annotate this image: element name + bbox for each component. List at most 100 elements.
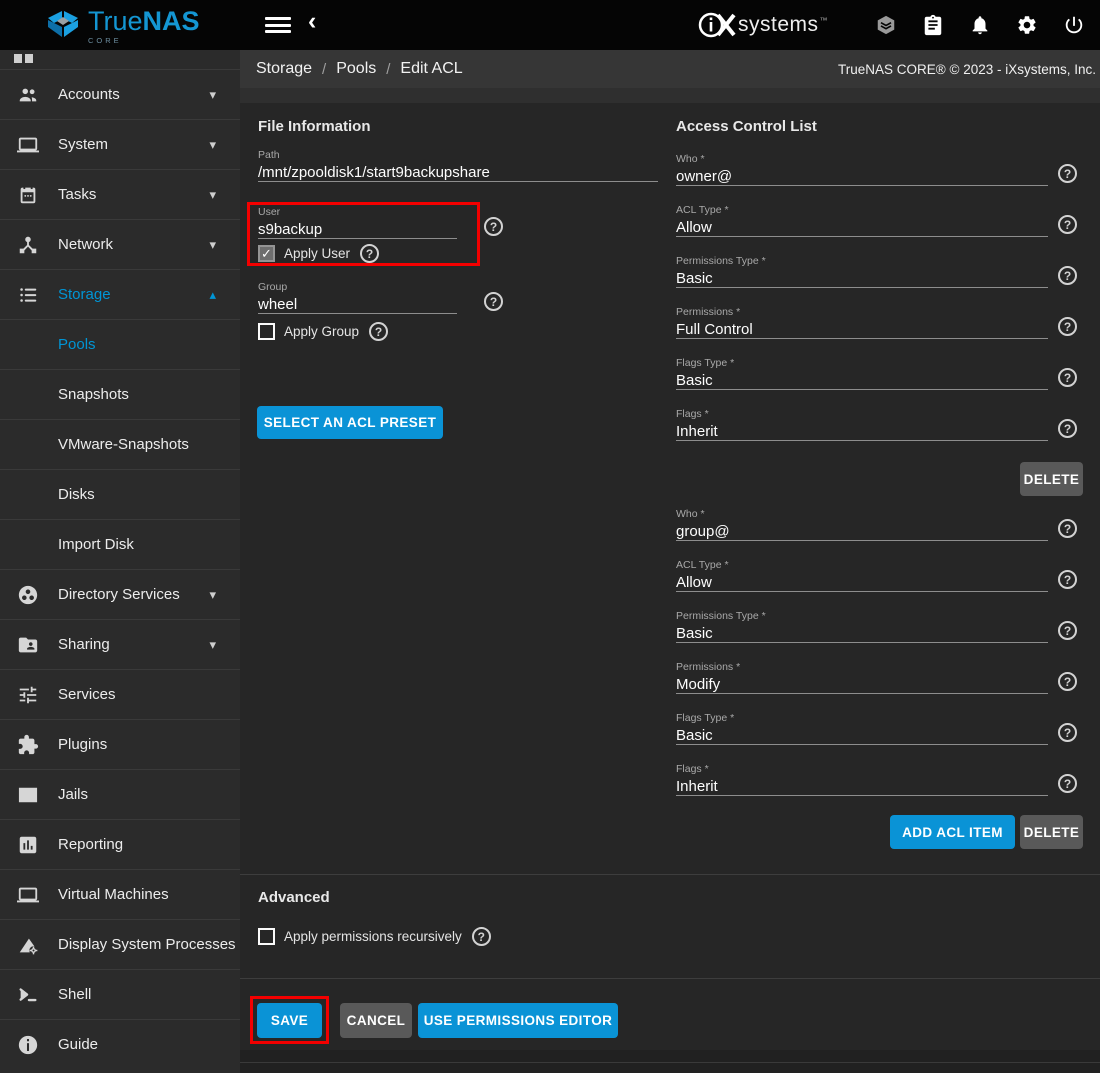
help-icon[interactable]: ? [1058, 519, 1077, 538]
acl2-flags-type-field[interactable]: Flags Type * Basic ? [676, 712, 1048, 745]
acl1-type-field[interactable]: ACL Type * Allow ? [676, 204, 1048, 237]
apply-recursively-row: Apply permissions recursively ? [258, 927, 491, 946]
brand-title: True [88, 6, 143, 36]
sidebar-item-vmware-snapshots[interactable]: VMware-Snapshots [0, 419, 240, 469]
sharing-folder-icon [16, 633, 40, 657]
chevron-down-icon: ▾ [209, 187, 216, 203]
chevron-down-icon: ▾ [209, 87, 216, 103]
sidebar-item-shell[interactable]: Shell [0, 969, 240, 1019]
help-icon[interactable]: ? [1058, 774, 1077, 793]
task-manager-icon[interactable] [922, 14, 944, 36]
sidebar-item-reporting[interactable]: Reporting [0, 819, 240, 869]
acl1-delete-button[interactable]: DELETE [1020, 462, 1083, 496]
sidebar-item-network[interactable]: Network ▾ [0, 219, 240, 269]
advanced-title: Advanced [258, 889, 330, 906]
settings-gear-icon[interactable] [1016, 14, 1038, 36]
truenas-logo[interactable]: TrueNAS CORE [46, 8, 200, 45]
jails-cell-icon [16, 783, 40, 807]
edit-acl-form-card: File Information Path /mnt/zpooldisk1/st… [240, 103, 1100, 1050]
acl1-permissions-field[interactable]: Permissions * Full Control ? [676, 306, 1048, 339]
help-icon[interactable]: ? [1058, 621, 1077, 640]
network-hub-icon [16, 233, 40, 257]
apply-user-help-icon[interactable]: ? [360, 244, 379, 263]
chevron-down-icon: ▾ [209, 137, 216, 153]
help-icon[interactable]: ? [1058, 570, 1077, 589]
breadcrumb-pools[interactable]: Pools [336, 60, 376, 78]
sidebar-item-import-disk[interactable]: Import Disk [0, 519, 240, 569]
menu-hamburger-icon[interactable] [265, 17, 291, 37]
sidebar-item-directory-services[interactable]: Directory Services ▾ [0, 569, 240, 619]
sidebar-item-snapshots[interactable]: Snapshots [0, 369, 240, 419]
chevron-down-icon: ▾ [209, 637, 216, 653]
acl1-flags-type-field[interactable]: Flags Type * Basic ? [676, 357, 1048, 390]
sidebar-item-guide[interactable]: Guide [0, 1019, 240, 1069]
guide-info-icon [16, 1033, 40, 1057]
add-acl-item-button[interactable]: ADD ACL ITEM [890, 815, 1015, 849]
use-permissions-editor-button[interactable]: USE PERMISSIONS EDITOR [418, 1003, 618, 1038]
help-icon[interactable]: ? [1058, 368, 1077, 387]
help-icon[interactable]: ? [1058, 164, 1077, 183]
plugins-puzzle-icon [16, 733, 40, 757]
sidebar-item-services[interactable]: Services [0, 669, 240, 719]
sidebar-item-storage[interactable]: Storage ▴ [0, 269, 240, 319]
acl2-flags-field[interactable]: Flags * Inherit ? [676, 763, 1048, 796]
apply-group-checkbox[interactable] [258, 323, 275, 340]
top-header-bar: TrueNAS CORE ‹ systems ™ [0, 0, 1100, 50]
accounts-people-icon [16, 83, 40, 107]
apply-user-checkbox[interactable]: ✓ [258, 245, 275, 262]
sidebar-item-partial-dashboard[interactable] [0, 50, 240, 69]
system-laptop-icon [16, 133, 40, 157]
collapse-back-icon[interactable]: ‹ [308, 7, 316, 36]
sidebar-item-accounts[interactable]: Accounts ▾ [0, 69, 240, 119]
acl1-who-field[interactable]: Who * owner@ ? [676, 153, 1048, 186]
sidebar-item-virtual-machines[interactable]: Virtual Machines [0, 869, 240, 919]
path-field[interactable]: Path /mnt/zpooldisk1/start9backupshare [258, 149, 658, 182]
apply-user-label: Apply User [284, 246, 350, 261]
power-icon[interactable] [1063, 14, 1085, 36]
acl2-permissions-field[interactable]: Permissions * Modify ? [676, 661, 1048, 694]
apply-group-row: Apply Group ? [258, 322, 388, 341]
user-help-icon[interactable]: ? [484, 217, 503, 236]
acl2-delete-button[interactable]: DELETE [1020, 815, 1083, 849]
chevron-down-icon: ▾ [209, 587, 216, 603]
apply-recursively-help-icon[interactable]: ? [472, 927, 491, 946]
acl1-flags-field[interactable]: Flags * Inherit ? [676, 408, 1048, 441]
apply-recursively-label: Apply permissions recursively [284, 929, 462, 944]
apply-group-label: Apply Group [284, 324, 359, 339]
apply-group-help-icon[interactable]: ? [369, 322, 388, 341]
sidebar-item-disks[interactable]: Disks [0, 469, 240, 519]
sidebar-item-jails[interactable]: Jails [0, 769, 240, 819]
acl1-permissions-type-field[interactable]: Permissions Type * Basic ? [676, 255, 1048, 288]
acl2-who-field[interactable]: Who * group@ ? [676, 508, 1048, 541]
storage-stack-icon [16, 283, 40, 307]
path-value: /mnt/zpooldisk1/start9backupshare [258, 164, 658, 182]
save-button[interactable]: SAVE [257, 1003, 322, 1038]
help-icon[interactable]: ? [1058, 266, 1077, 285]
breadcrumb-separator: / [386, 61, 390, 78]
breadcrumb-storage[interactable]: Storage [256, 60, 312, 78]
help-icon[interactable]: ? [1058, 317, 1077, 336]
truecommand-icon[interactable] [875, 14, 897, 36]
acl2-permissions-type-field[interactable]: Permissions Type * Basic ? [676, 610, 1048, 643]
sidebar-item-sharing[interactable]: Sharing ▾ [0, 619, 240, 669]
apply-recursively-checkbox[interactable] [258, 928, 275, 945]
acl2-type-field[interactable]: ACL Type * Allow ? [676, 559, 1048, 592]
divider [240, 874, 1100, 875]
sidebar-item-pools[interactable]: Pools [0, 319, 240, 369]
sidebar-item-display-system-processes[interactable]: Display System Processes [0, 919, 240, 969]
breadcrumb-separator: / [322, 61, 326, 78]
user-select-field[interactable]: User s9backup ? [258, 206, 457, 239]
help-icon[interactable]: ? [1058, 672, 1077, 691]
sidebar-item-system[interactable]: System ▾ [0, 119, 240, 169]
user-label: User [258, 206, 457, 219]
help-icon[interactable]: ? [1058, 723, 1077, 742]
select-acl-preset-button[interactable]: SELECT AN ACL PRESET [257, 406, 443, 439]
help-icon[interactable]: ? [1058, 215, 1077, 234]
notifications-bell-icon[interactable] [969, 14, 991, 36]
cancel-button[interactable]: CANCEL [340, 1003, 412, 1038]
help-icon[interactable]: ? [1058, 419, 1077, 438]
group-select-field[interactable]: Group wheel ? [258, 281, 457, 314]
sidebar-item-plugins[interactable]: Plugins [0, 719, 240, 769]
group-help-icon[interactable]: ? [484, 292, 503, 311]
sidebar-item-tasks[interactable]: Tasks ▾ [0, 169, 240, 219]
